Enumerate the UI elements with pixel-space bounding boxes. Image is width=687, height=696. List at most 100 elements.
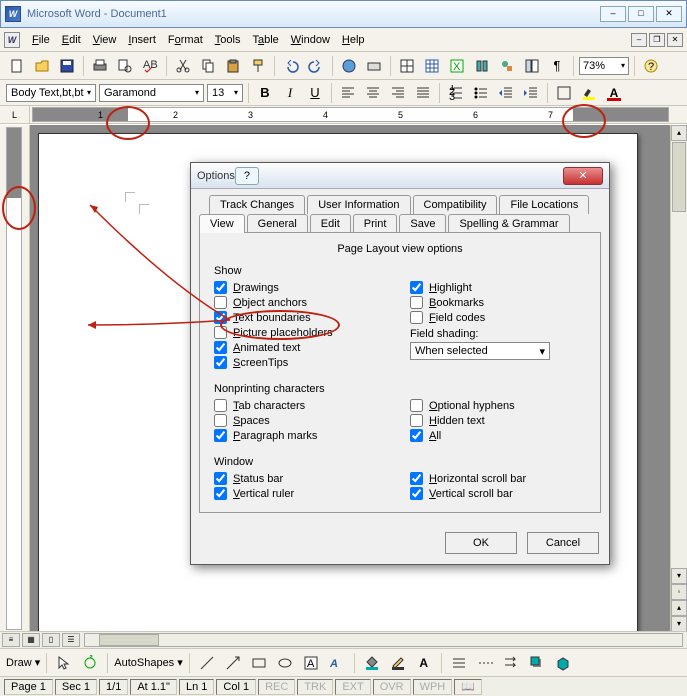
nonprint-right-item-1[interactable]: Hidden text (410, 414, 586, 427)
indent-button[interactable] (520, 82, 542, 104)
select-objects-button[interactable] (53, 652, 75, 674)
horizontal-ruler[interactable]: L 1 2 3 4 5 6 7 (0, 106, 687, 124)
nonprint-left-item-checkbox-1[interactable] (214, 414, 227, 427)
tab-user-info[interactable]: User Information (307, 195, 410, 214)
dialog-help-button[interactable]: ? (235, 167, 259, 185)
style-combo[interactable]: Body Text,bt,bt (6, 84, 96, 102)
online-view-button[interactable]: ▦ (22, 633, 40, 647)
doc-minimize-button[interactable]: – (631, 33, 647, 47)
insert-table-button[interactable] (421, 55, 443, 77)
tab-save[interactable]: Save (399, 214, 446, 233)
bullet-list-button[interactable] (470, 82, 492, 104)
outline-view-button[interactable]: ☰ (62, 633, 80, 647)
vertical-ruler[interactable] (0, 125, 30, 632)
field-shading-dropdown[interactable]: When selected (410, 342, 550, 360)
doc-logo-icon[interactable]: W (4, 32, 20, 48)
cancel-button[interactable]: Cancel (527, 532, 599, 554)
font-size-combo[interactable]: 13 (207, 84, 243, 102)
redo-button[interactable] (305, 55, 327, 77)
shadow-button[interactable] (526, 652, 548, 674)
zoom-combo[interactable]: 73% (579, 57, 629, 75)
tab-view[interactable]: View (199, 214, 245, 233)
textbox-button[interactable]: A (300, 652, 322, 674)
outdent-button[interactable] (495, 82, 517, 104)
rotate-button[interactable] (79, 652, 101, 674)
show-left-item-0[interactable]: Drawings (214, 281, 390, 294)
scroll-down-button[interactable]: ▾ (671, 568, 687, 584)
minimize-button[interactable]: – (600, 6, 626, 22)
menu-file[interactable]: File (26, 32, 56, 48)
new-doc-button[interactable] (6, 55, 28, 77)
nonprint-right-item-2[interactable]: All (410, 429, 586, 442)
arrow-style-button[interactable] (500, 652, 522, 674)
drawing-button[interactable] (496, 55, 518, 77)
window-right-item-checkbox-0[interactable] (410, 472, 423, 485)
save-button[interactable] (56, 55, 78, 77)
show-left-item-checkbox-3[interactable] (214, 326, 227, 339)
window-right-item-1[interactable]: Vertical scroll bar (410, 487, 586, 500)
status-book-icon[interactable]: 📖 (454, 679, 482, 695)
highlight-button[interactable] (578, 82, 600, 104)
status-ovr[interactable]: OVR (373, 679, 411, 695)
rectangle-button[interactable] (248, 652, 270, 674)
nonprint-right-item-0[interactable]: Optional hyphens (410, 399, 586, 412)
cut-button[interactable] (172, 55, 194, 77)
font-color-draw-button[interactable]: A (413, 652, 435, 674)
menu-table[interactable]: Table (246, 32, 284, 48)
close-window-button[interactable]: ✕ (656, 6, 682, 22)
nonprint-right-item-checkbox-1[interactable] (410, 414, 423, 427)
next-page-button[interactable]: ▾ (671, 616, 687, 632)
italic-button[interactable]: I (279, 82, 301, 104)
draw-menu[interactable]: Draw ▾ (6, 656, 40, 669)
status-wph[interactable]: WPH (413, 679, 453, 695)
tab-track-changes[interactable]: Track Changes (209, 195, 305, 214)
pagelayout-view-button[interactable]: ▯ (42, 633, 60, 647)
spellcheck-button[interactable]: ABC (139, 55, 161, 77)
menu-tools[interactable]: Tools (209, 32, 247, 48)
wordart-button[interactable]: A (326, 652, 348, 674)
ok-button[interactable]: OK (445, 532, 517, 554)
print-button[interactable] (89, 55, 111, 77)
tab-print[interactable]: Print (353, 214, 398, 233)
format-painter-button[interactable] (247, 55, 269, 77)
show-hide-button[interactable]: ¶ (546, 55, 568, 77)
tab-spelling[interactable]: Spelling & Grammar (448, 214, 569, 233)
autoshapes-menu[interactable]: AutoShapes ▾ (114, 656, 183, 669)
tables-borders-button[interactable] (396, 55, 418, 77)
dash-style-button[interactable] (474, 652, 496, 674)
hyperlink-button[interactable] (338, 55, 360, 77)
line-color-button[interactable] (387, 652, 409, 674)
font-combo[interactable]: Garamond (99, 84, 204, 102)
show-left-item-checkbox-5[interactable] (214, 356, 227, 369)
nonprint-left-item-checkbox-2[interactable] (214, 429, 227, 442)
line-button[interactable] (196, 652, 218, 674)
align-center-button[interactable] (362, 82, 384, 104)
show-left-item-3[interactable]: Picture placeholders (214, 326, 390, 339)
open-button[interactable] (31, 55, 53, 77)
scroll-up-button[interactable]: ▴ (671, 125, 687, 141)
status-rec[interactable]: REC (258, 679, 295, 695)
doc-close-button[interactable]: ✕ (667, 33, 683, 47)
horizontal-scrollbar[interactable] (84, 633, 683, 647)
justify-button[interactable] (412, 82, 434, 104)
numbered-list-button[interactable]: 123 (445, 82, 467, 104)
align-right-button[interactable] (387, 82, 409, 104)
font-color-button[interactable]: A (603, 82, 625, 104)
doc-restore-button[interactable]: ❐ (649, 33, 665, 47)
window-right-item-0[interactable]: Horizontal scroll bar (410, 472, 586, 485)
tab-file-locations[interactable]: File Locations (499, 195, 589, 214)
excel-button[interactable]: X (446, 55, 468, 77)
print-preview-button[interactable] (114, 55, 136, 77)
copy-button[interactable] (197, 55, 219, 77)
undo-button[interactable] (280, 55, 302, 77)
bold-button[interactable]: B (254, 82, 276, 104)
oval-button[interactable] (274, 652, 296, 674)
show-left-item-1[interactable]: Object anchors (214, 296, 390, 309)
dialog-titlebar[interactable]: Options ? ✕ (191, 163, 609, 189)
nonprint-left-item-1[interactable]: Spaces (214, 414, 390, 427)
status-trk[interactable]: TRK (297, 679, 333, 695)
show-left-item-checkbox-1[interactable] (214, 296, 227, 309)
paste-button[interactable] (222, 55, 244, 77)
browse-object-button[interactable]: ◦ (671, 584, 687, 600)
show-right-item-checkbox-2[interactable] (410, 311, 423, 324)
